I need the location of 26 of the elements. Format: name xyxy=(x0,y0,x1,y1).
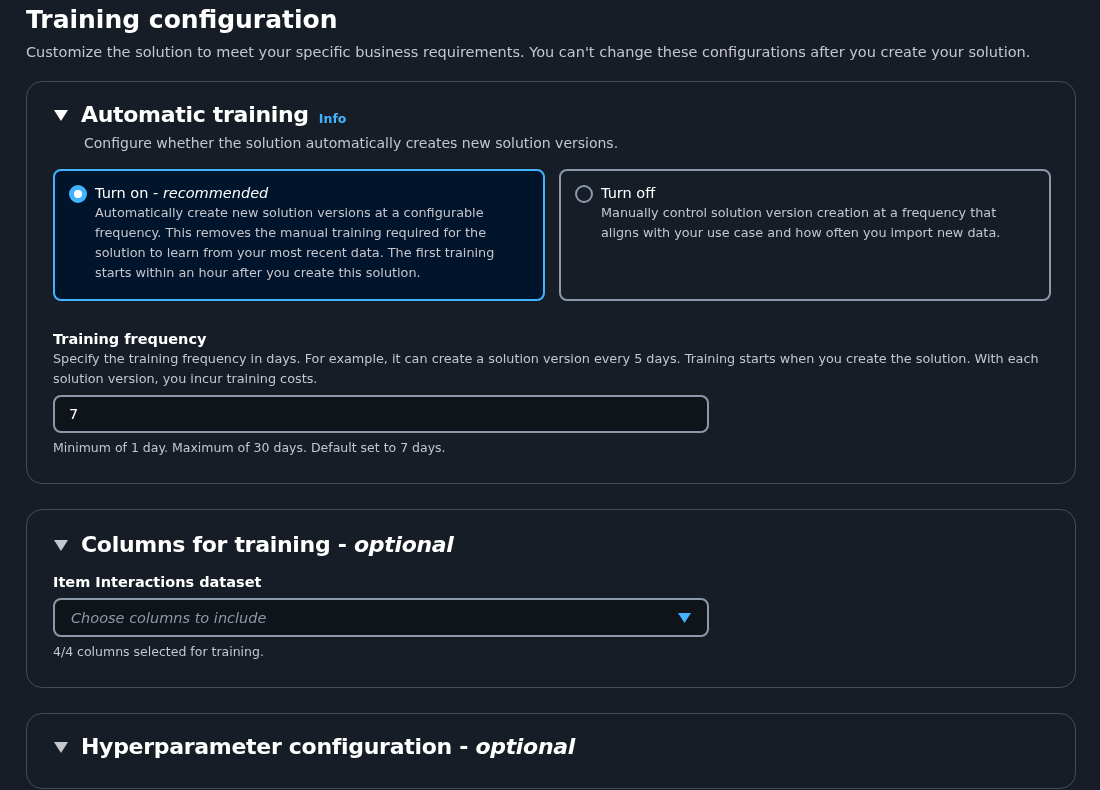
input-field[interactable]: 7 xyxy=(53,395,709,433)
field-hint: 4/4 columns selected for training. xyxy=(53,643,265,661)
option-description: Automatically create new solution versions at a configurable frequency. This removes the manual training required for the solution to learn from your most recent data. The first training starts within an hour after you create this solution. xyxy=(95,204,496,282)
radio-tile[interactable]: Turn off Manually control solution version creation at a frequency that aligns with your use case and how often you import new data. xyxy=(559,169,1051,301)
radio-button[interactable] xyxy=(69,185,87,203)
option-label: Turn off xyxy=(601,184,657,203)
field-label: Training frequency xyxy=(53,330,208,349)
radio-button[interactable] xyxy=(575,185,593,203)
caret-icon[interactable] xyxy=(53,538,69,552)
section-description: Configure whether the solution automatically creates new solution versions. xyxy=(84,134,620,153)
dropdown-caret-icon xyxy=(678,612,691,623)
page-title: Training configuration xyxy=(26,4,339,36)
field-description: Specify the training frequency in days. For example, it can create a solution version every 5 days. Training starts when you create the solution. With each solution version, you incur training costs. xyxy=(53,350,1040,388)
radio-tile[interactable] xyxy=(53,169,545,301)
caret-icon[interactable] xyxy=(53,108,69,122)
select-field[interactable]: Choose columns to include xyxy=(53,598,709,637)
field-label: Item Interactions dataset xyxy=(53,573,263,592)
section-title: Automatic training xyxy=(81,101,309,129)
section-title: Hyperparameter configuration - optional xyxy=(81,733,576,761)
option-description: Manually control solution version creation at a frequency that aligns with your use case and how often you import new data. xyxy=(601,204,1002,242)
caret-icon[interactable] xyxy=(53,740,69,754)
page-description: Customize the solution to meet your specific business requirements. You can't change these configurations after you create your solution. xyxy=(26,43,1032,62)
option-label: Turn on - recommended xyxy=(95,184,270,203)
info-link[interactable]: Info xyxy=(318,110,347,126)
section-title: Columns for training - optional xyxy=(81,531,454,559)
field-hint: Minimum of 1 day. Maximum of 30 days. Default set to 7 days. xyxy=(53,439,447,457)
